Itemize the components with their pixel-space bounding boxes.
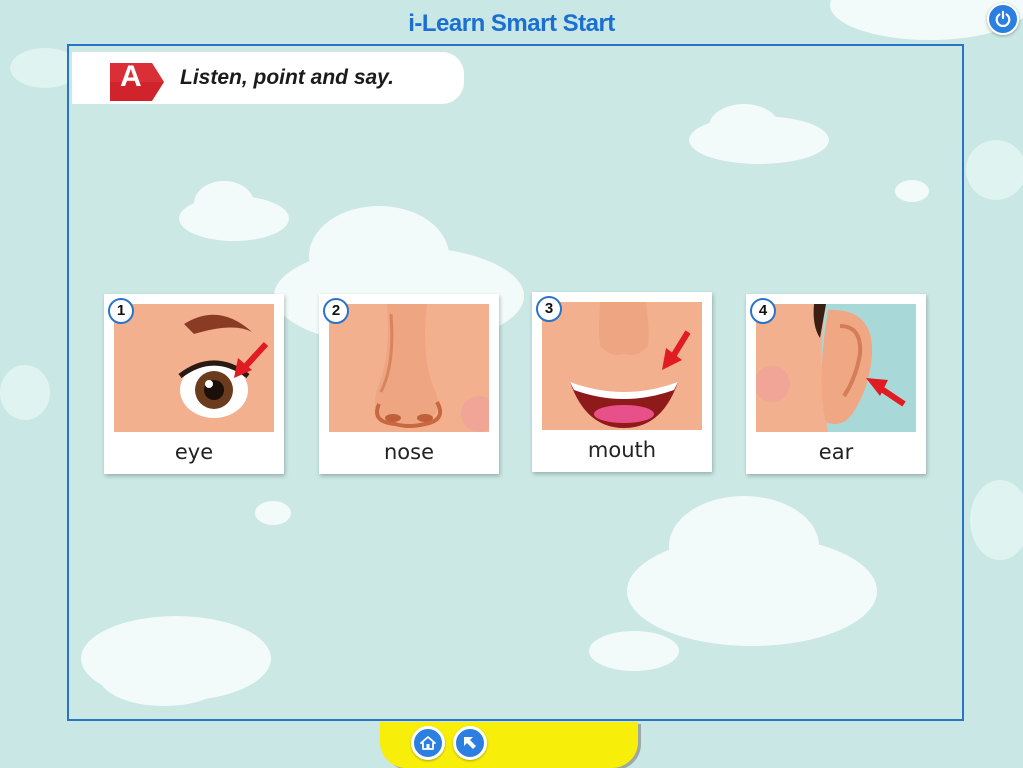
red-arrow-icon: [866, 378, 906, 407]
background-cloud: [669, 496, 819, 596]
background-cloud: [309, 206, 449, 306]
app-title: i-Learn Smart Start: [408, 10, 615, 37]
background-cloud: [589, 631, 679, 671]
ear-picture: [756, 304, 916, 432]
instruction-banner: A Listen, point and say.: [72, 52, 464, 104]
vocab-card-ear[interactable]: 4 ear: [746, 294, 926, 474]
power-icon: [995, 10, 1011, 28]
lesson-stage: A Listen, point and say. 1 eye 2 nose 3 …: [67, 44, 964, 721]
card-label: mouth: [587, 438, 657, 462]
vocab-card-eye[interactable]: 1 eye: [104, 294, 284, 474]
background-cloud: [255, 501, 291, 525]
card-number: 1: [108, 298, 134, 324]
mouth-picture: [542, 302, 702, 430]
background-cloud: [970, 480, 1023, 560]
background-cloud: [709, 104, 779, 149]
power-button[interactable]: [987, 3, 1019, 35]
card-label: eye: [174, 440, 214, 464]
card-number: 3: [536, 296, 562, 322]
card-number: 4: [750, 298, 776, 324]
home-icon: [420, 736, 436, 750]
background-cloud: [895, 180, 929, 202]
background-cloud: [194, 181, 254, 226]
section-letter: A: [120, 60, 142, 93]
back-arrow-icon: [464, 737, 476, 749]
red-arrow-icon: [662, 330, 691, 370]
red-arrow-icon: [234, 341, 269, 378]
home-button[interactable]: [411, 726, 445, 760]
background-cloud: [0, 365, 50, 420]
eye-picture: [114, 304, 274, 432]
background-cloud: [99, 646, 229, 706]
card-number: 2: [323, 298, 349, 324]
instruction-text: Listen, point and say.: [180, 66, 394, 89]
footer-navigation: [380, 722, 638, 768]
background-cloud: [966, 140, 1023, 200]
card-label: ear: [818, 440, 854, 464]
vocab-card-mouth[interactable]: 3 mouth: [532, 292, 712, 472]
back-button[interactable]: [453, 726, 487, 760]
nose-picture: [329, 304, 489, 432]
vocab-card-nose[interactable]: 2 nose: [319, 294, 499, 474]
card-label: nose: [383, 440, 435, 464]
